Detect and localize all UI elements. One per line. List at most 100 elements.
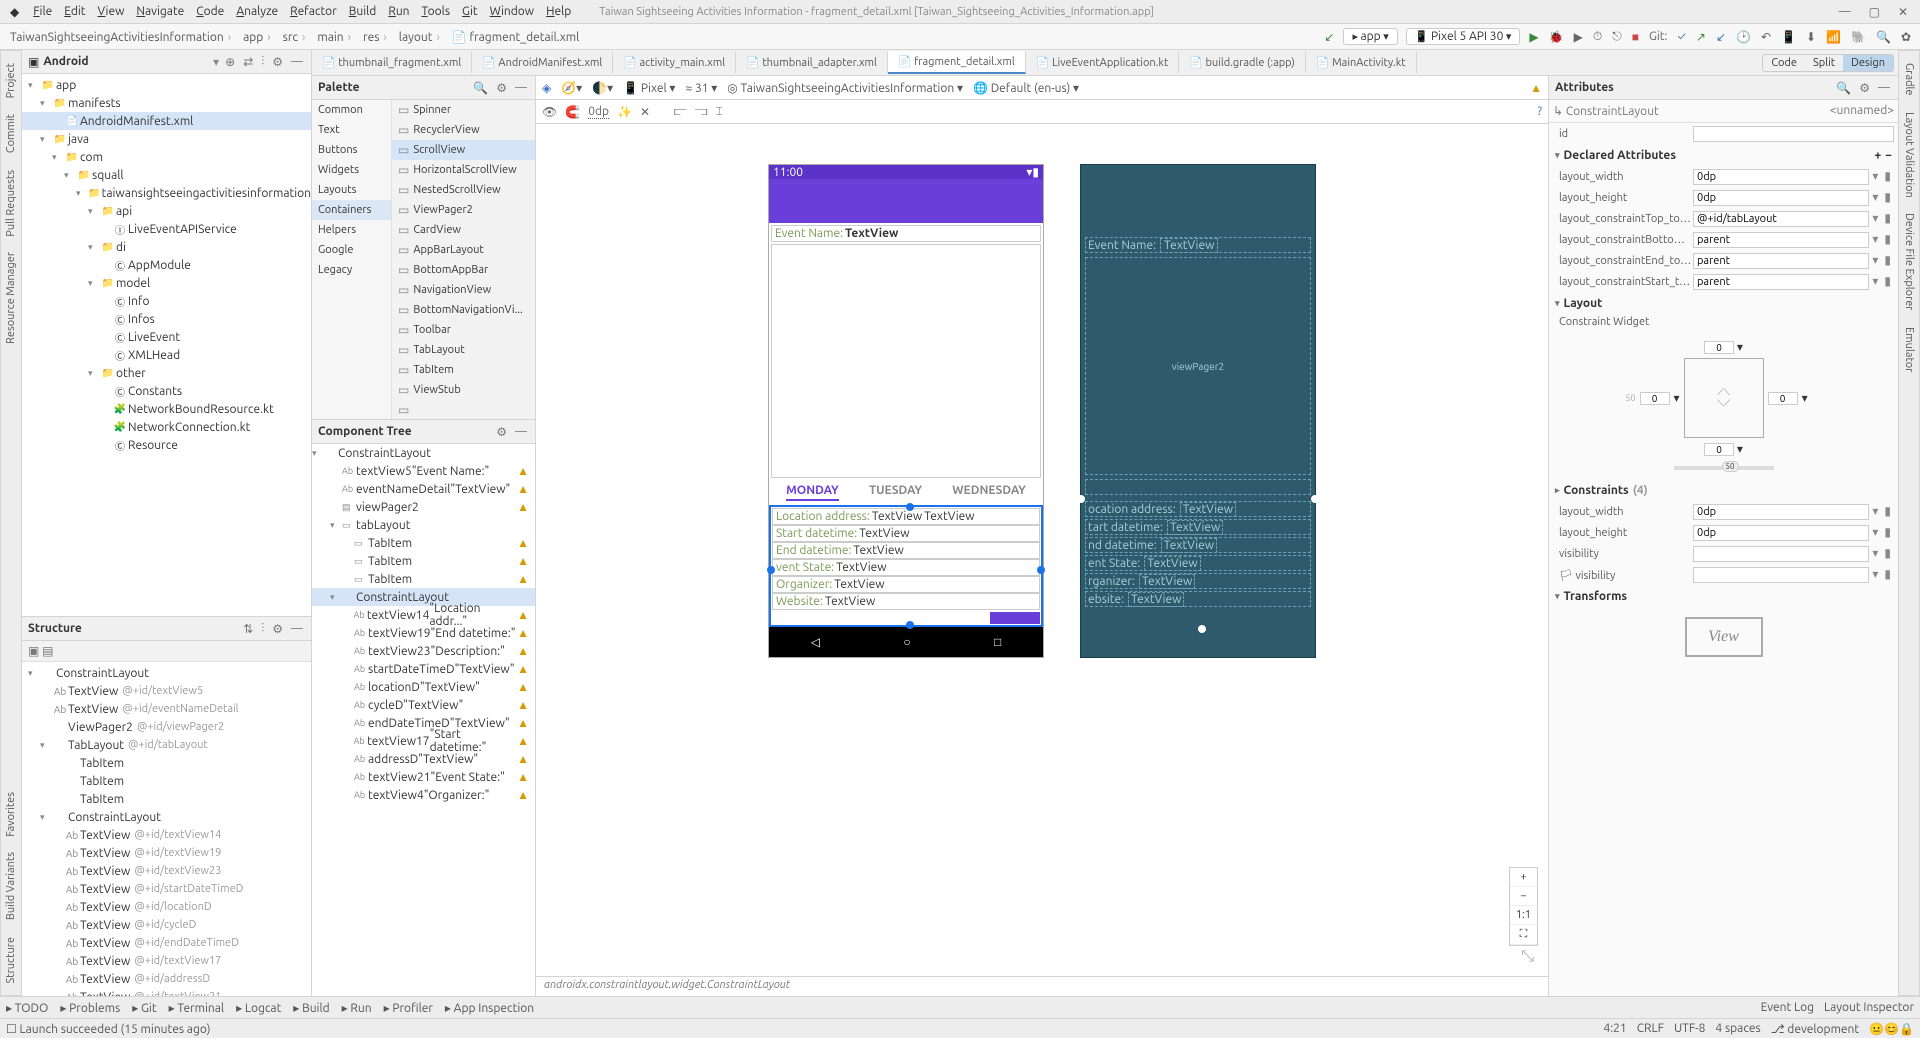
cw-top[interactable] bbox=[1704, 341, 1734, 354]
line-ending[interactable]: CRLF bbox=[1637, 1022, 1664, 1035]
attr-value-input[interactable] bbox=[1693, 567, 1869, 583]
expand-icon[interactable]: ⇄ bbox=[241, 55, 255, 69]
tab-tuesday[interactable]: TUESDAY bbox=[869, 484, 922, 501]
project-item[interactable]: ▾📁api bbox=[22, 202, 311, 220]
component-item[interactable]: AbtextView14"Location addr..."▲ bbox=[312, 606, 535, 624]
git-update-icon[interactable]: ✓ bbox=[1674, 28, 1690, 45]
device-label[interactable]: Pixel bbox=[641, 82, 667, 95]
structure-item[interactable]: AbTextView@+id/addressD bbox=[22, 970, 311, 988]
component-item[interactable]: AbtextView4"Organizer:"▲ bbox=[312, 786, 535, 804]
palette-category[interactable]: Buttons bbox=[312, 140, 391, 160]
indent[interactable]: 4 spaces bbox=[1715, 1022, 1760, 1035]
git-pull-icon[interactable]: ↙ bbox=[1712, 28, 1730, 46]
project-item[interactable]: ▾📁squall bbox=[22, 166, 311, 184]
collapse-icon[interactable]: ⫶ bbox=[259, 55, 266, 69]
palette-item[interactable]: ▭ScrollView bbox=[392, 140, 535, 160]
palette-item[interactable]: ▭Spinner bbox=[392, 100, 535, 120]
palette-category[interactable]: Layouts bbox=[312, 180, 391, 200]
project-item[interactable]: ▾📁model bbox=[22, 274, 311, 292]
palette-category[interactable]: Google bbox=[312, 240, 391, 260]
orientation-icon[interactable]: 🧭▾ bbox=[561, 81, 582, 95]
menu-help[interactable]: Help bbox=[540, 3, 577, 20]
component-item[interactable]: ▭TabItem▲ bbox=[312, 534, 535, 552]
palette-item[interactable]: ▭BottomAppBar bbox=[392, 260, 535, 280]
history-icon[interactable]: 🕑 bbox=[1732, 28, 1755, 46]
component-item[interactable]: AbtextView17"Start datetime:"▲ bbox=[312, 732, 535, 750]
structure-filter-icon[interactable]: ⫶ bbox=[259, 622, 266, 636]
attr-value-input[interactable] bbox=[1693, 169, 1869, 185]
structure-item[interactable]: AbTextView@+id/eventNameDetail bbox=[22, 700, 311, 718]
gutter-favorites[interactable]: Favorites bbox=[3, 784, 19, 845]
breadcrumb[interactable]: src bbox=[277, 29, 312, 46]
gutter-build-variants[interactable]: Build Variants bbox=[3, 844, 19, 928]
structure-item[interactable]: TabItem bbox=[22, 754, 311, 772]
structure-item[interactable]: AbTextView@+id/locationD bbox=[22, 898, 311, 916]
component-item[interactable]: AbtextView23"Description:"▲ bbox=[312, 642, 535, 660]
comp-hide-icon[interactable]: — bbox=[513, 425, 529, 438]
structure-item[interactable]: AbTextView@+id/textView14 bbox=[22, 826, 311, 844]
close-button[interactable]: ✕ bbox=[1890, 3, 1916, 21]
component-item[interactable]: AbtextView19"End datetime:"▲ bbox=[312, 624, 535, 642]
menu-edit[interactable]: Edit bbox=[58, 3, 91, 20]
palette-item[interactable]: ▭Toolbar bbox=[392, 320, 535, 340]
menu-build[interactable]: Build bbox=[343, 3, 383, 20]
breadcrumb[interactable]: TaiwanSightseeingActivitiesInformation bbox=[4, 29, 237, 46]
add-attr-icon[interactable]: + bbox=[1874, 149, 1881, 162]
structure-tree[interactable]: ▾ConstraintLayout AbTextView@+id/textView… bbox=[22, 662, 311, 996]
sync-icon[interactable]: ↙ bbox=[1320, 28, 1338, 46]
coverage-button[interactable]: ▶ bbox=[1570, 28, 1587, 46]
bottom-tool-build[interactable]: ▸ Build bbox=[293, 1001, 329, 1015]
project-item[interactable]: ⒸXMLHead bbox=[22, 346, 311, 364]
palette-item[interactable]: ▭ bbox=[392, 400, 535, 419]
project-item[interactable]: ⒸInfos bbox=[22, 310, 311, 328]
component-item[interactable]: AbeventNameDetail"TextView"▲ bbox=[312, 480, 535, 498]
gutter-device-file-explorer[interactable]: Device File Explorer bbox=[1901, 205, 1917, 318]
gutter-pull-requests[interactable]: Pull Requests bbox=[3, 162, 19, 245]
project-item[interactable]: ▾📁taiwansightseeingactivitiesinformation bbox=[22, 184, 311, 202]
menu-file[interactable]: File bbox=[27, 3, 58, 20]
menu-analyze[interactable]: Analyze bbox=[230, 3, 284, 20]
structure-item[interactable]: AbTextView@+id/endDateTimeD bbox=[22, 934, 311, 952]
editor-tab[interactable]: 📄 activity_main.xml bbox=[613, 52, 736, 73]
project-item[interactable]: ⒸInfo bbox=[22, 292, 311, 310]
menu-navigate[interactable]: Navigate bbox=[130, 3, 190, 20]
editor-tab[interactable]: 📄 fragment_detail.xml bbox=[888, 51, 1026, 74]
palette-category[interactable]: Widgets bbox=[312, 160, 391, 180]
view-code[interactable]: Code bbox=[1763, 55, 1805, 71]
attr-value-input[interactable] bbox=[1693, 190, 1869, 206]
selected-constraint-layout[interactable]: Location address:TextViewTextViewStart d… bbox=[771, 507, 1041, 625]
breadcrumb[interactable]: app bbox=[237, 29, 277, 46]
structure-item[interactable]: ▾ConstraintLayout bbox=[22, 664, 311, 682]
select-opened-icon[interactable]: ⊕ bbox=[223, 55, 237, 69]
view-split[interactable]: Split bbox=[1805, 55, 1843, 71]
attr-value-input[interactable] bbox=[1693, 253, 1869, 269]
palette-categories[interactable]: CommonTextButtonsWidgetsLayoutsContainer… bbox=[312, 100, 392, 419]
project-item[interactable]: ⒸLiveEvent bbox=[22, 328, 311, 346]
search-icon[interactable]: 🔍 bbox=[1872, 28, 1895, 46]
bottom-tool-app-inspection[interactable]: ▸ App Inspection bbox=[445, 1001, 534, 1015]
menu-tools[interactable]: Tools bbox=[416, 3, 457, 20]
palette-gear-icon[interactable]: ⚙ bbox=[494, 81, 509, 95]
bottom-tool-profiler[interactable]: ▸ Profiler bbox=[384, 1001, 433, 1015]
palette-item[interactable]: ▭AppBarLayout bbox=[392, 240, 535, 260]
git-push-icon[interactable]: ↗ bbox=[1692, 28, 1710, 46]
sync-gradle-icon[interactable]: 🐘 bbox=[1847, 28, 1870, 46]
palette-item[interactable]: ▭HorizontalScrollView bbox=[392, 160, 535, 180]
palette-item[interactable]: ▭NavigationView bbox=[392, 280, 535, 300]
component-item[interactable]: AbcycleD"TextView"▲ bbox=[312, 696, 535, 714]
component-item[interactable]: ▾▭tabLayout bbox=[312, 516, 535, 534]
gutter-emulator[interactable]: Emulator bbox=[1901, 319, 1917, 380]
attr-value-input[interactable] bbox=[1693, 232, 1869, 248]
zoom-out[interactable]: − bbox=[1510, 887, 1537, 906]
comp-gear-icon[interactable]: ⚙ bbox=[494, 425, 509, 439]
zoom-in[interactable]: + bbox=[1510, 868, 1537, 887]
caret-position[interactable]: 4:21 bbox=[1603, 1022, 1626, 1035]
palette-item[interactable]: ▭ViewStub bbox=[392, 380, 535, 400]
guideline-icon[interactable]: ⌶ bbox=[716, 105, 723, 119]
settings-icon[interactable]: ✿ bbox=[1897, 28, 1915, 46]
project-item[interactable]: ▾📁java bbox=[22, 130, 311, 148]
breadcrumb[interactable]: 📄 fragment_detail.xml bbox=[446, 29, 585, 46]
component-item[interactable]: AbtextView21"Event State:"▲ bbox=[312, 768, 535, 786]
component-item[interactable]: ▾ConstraintLayout bbox=[312, 444, 535, 462]
gear-icon[interactable]: ⚙ bbox=[270, 55, 285, 69]
